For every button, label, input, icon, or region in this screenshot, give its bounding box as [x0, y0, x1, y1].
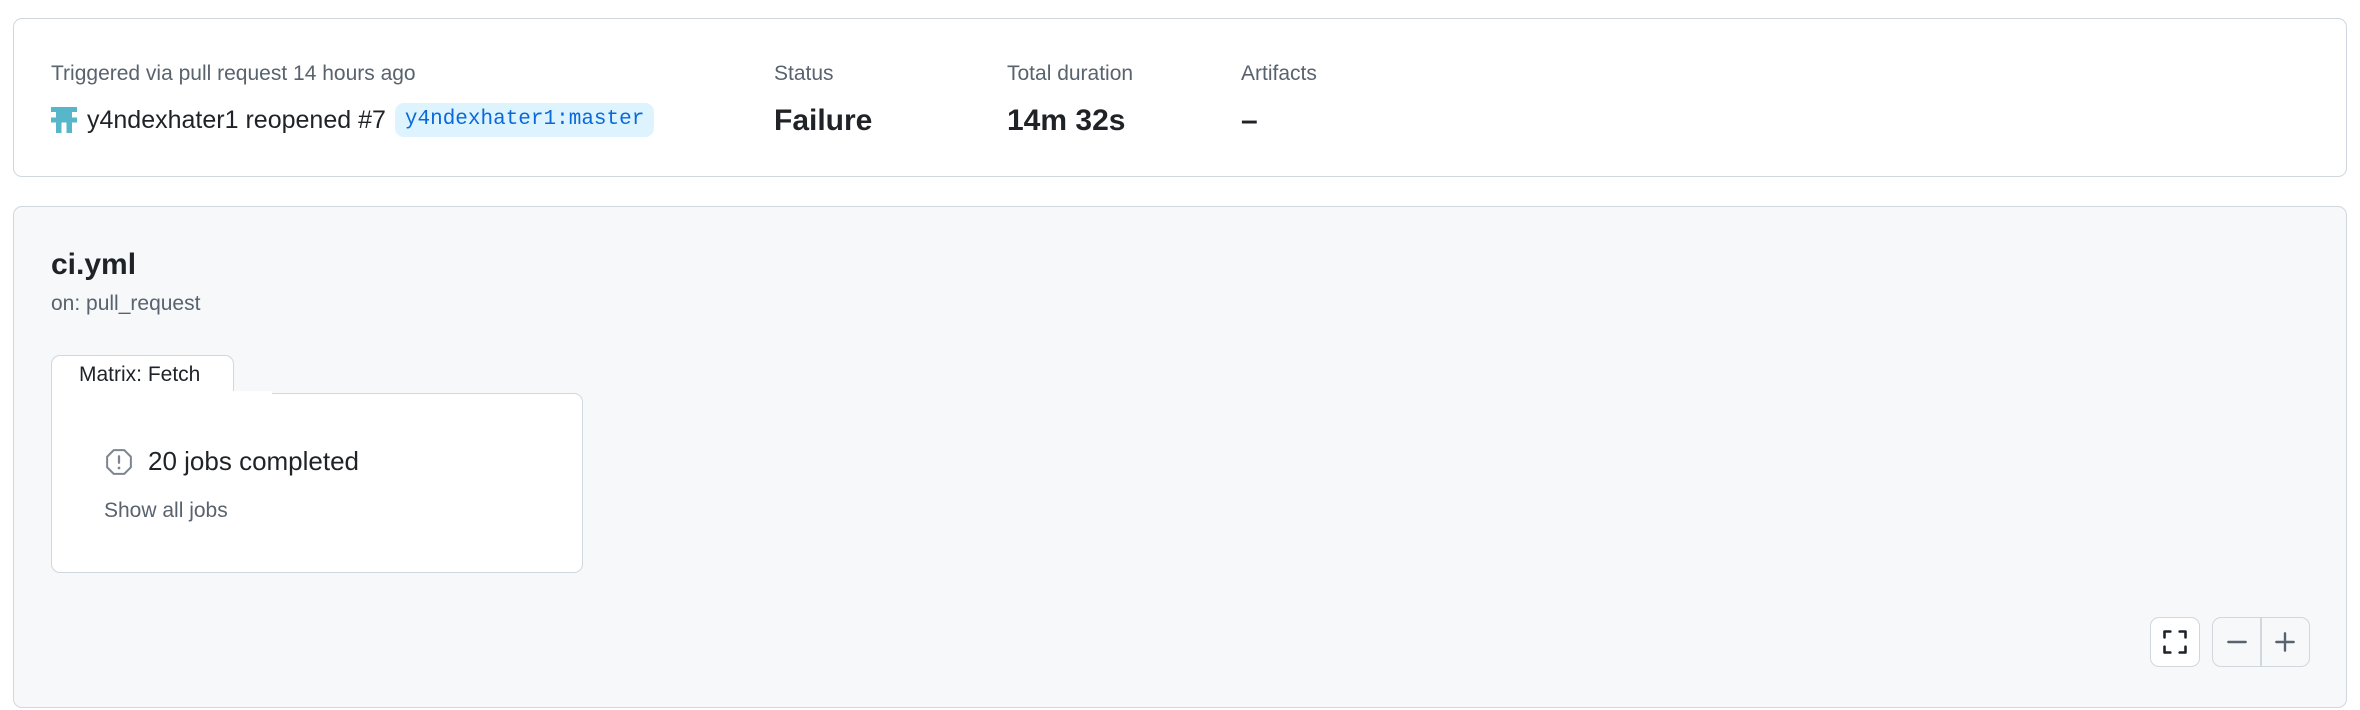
workflow-graph-panel: ci.yml on: pull_request Matrix: Fetch 20… — [13, 206, 2347, 708]
matrix-tab-notch — [232, 391, 272, 395]
trigger-detail: y4ndexhater1 reopened #7 y4ndexhater1:ma… — [51, 101, 655, 139]
trigger-action: reopened — [245, 105, 352, 134]
matrix-card: 20 jobs completed Show all jobs — [51, 393, 583, 573]
zoom-out-button[interactable] — [2213, 618, 2260, 666]
show-all-jobs-link[interactable]: Show all jobs — [104, 499, 228, 523]
jobs-summary-text: 20 jobs completed — [148, 446, 360, 476]
actor-link[interactable]: y4ndexhater1 — [87, 106, 239, 134]
workflow-file-title[interactable]: ci.yml — [51, 247, 136, 283]
plus-icon — [2275, 632, 2296, 652]
trigger-section: Triggered via pull request 14 hours ago … — [51, 61, 655, 139]
fullscreen-button[interactable] — [2150, 617, 2200, 667]
workflow-event: on: pull_request — [51, 292, 201, 315]
artifacts-label: Artifacts — [1241, 62, 1317, 85]
duration-value: 14m 32s — [1007, 104, 1126, 137]
trigger-label: Triggered via pull request 14 hours ago — [51, 62, 416, 85]
artifacts-value: – — [1241, 104, 1258, 137]
avatar-icon[interactable] — [51, 107, 77, 133]
artifacts-section: Artifacts – — [1241, 61, 1317, 139]
alert-octagon-icon — [106, 448, 132, 475]
fullscreen-icon — [2163, 630, 2187, 654]
matrix-tab: Matrix: Fetch — [51, 355, 234, 395]
status-section: Status Failure — [774, 61, 872, 139]
duration-section: Total duration 14m 32s — [1007, 61, 1133, 139]
zoom-controls — [2212, 617, 2310, 667]
status-value: Failure — [774, 104, 873, 137]
run-summary-card: Triggered via pull request 14 hours ago … — [13, 18, 2347, 177]
status-label: Status — [774, 62, 834, 85]
minus-icon — [2226, 640, 2247, 644]
pull-request-link[interactable]: #7 — [358, 106, 386, 134]
jobs-summary: 20 jobs completed — [104, 446, 359, 477]
branch-label[interactable]: y4ndexhater1:master — [394, 103, 655, 137]
zoom-in-button[interactable] — [2262, 618, 2309, 666]
duration-label: Total duration — [1007, 62, 1134, 85]
